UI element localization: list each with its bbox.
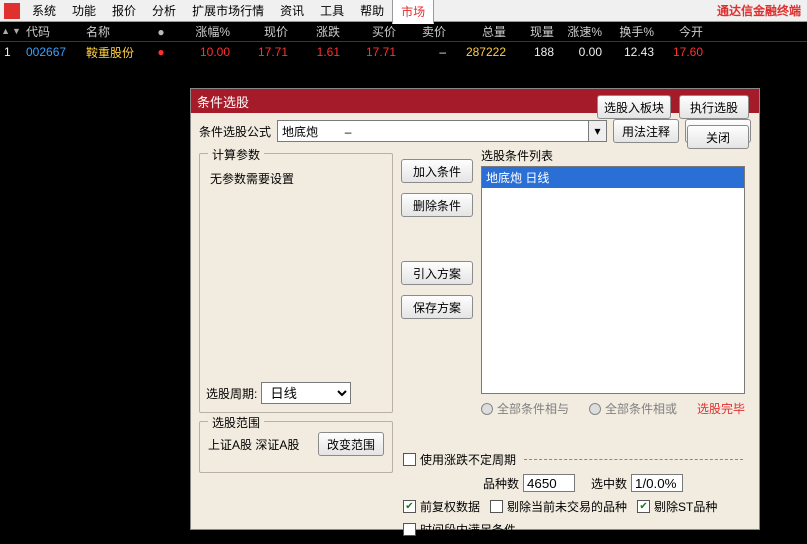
close-button[interactable]: 关闭 — [687, 125, 749, 149]
condition-listbox[interactable]: 地底炮 日线 — [481, 166, 745, 394]
col-chg[interactable]: 涨跌 — [292, 23, 344, 40]
condition-list-label: 选股条件列表 — [481, 147, 745, 164]
import-scheme-button[interactable]: 引入方案 — [401, 261, 473, 285]
chk-use-period-label: 使用涨跌不定周期 — [420, 451, 516, 468]
run-selection-button[interactable]: 执行选股 — [679, 95, 749, 119]
app-logo-icon — [4, 3, 20, 19]
menu-help[interactable]: 帮助 — [352, 0, 392, 22]
col-code[interactable]: 代码 — [22, 23, 82, 40]
chk-excl-notrade[interactable] — [490, 500, 503, 513]
col-turn[interactable]: 换手% — [606, 23, 658, 40]
cell-chg: 1.61 — [292, 45, 344, 59]
formula-combo[interactable]: ▾ — [277, 120, 607, 142]
formula-label: 条件选股公式 — [199, 123, 271, 140]
menu-extended[interactable]: 扩展市场行情 — [184, 0, 272, 22]
chk-time-range-label: 时间段内满足条件 — [420, 521, 516, 538]
chk-time-range[interactable] — [403, 523, 416, 536]
range-text: 上证A股 深证A股 — [208, 436, 299, 453]
radio-any-label: 全部条件相或 — [605, 400, 677, 417]
menu-news[interactable]: 资讯 — [272, 0, 312, 22]
col-vol[interactable]: 总量 — [450, 23, 510, 40]
period-label: 选股周期: — [206, 385, 257, 402]
cell-turn: 12.43 — [606, 45, 658, 59]
sort-arrows-icon[interactable]: ▲▼ — [0, 27, 22, 36]
cell-price: 17.71 — [234, 45, 292, 59]
cell-ask: – — [400, 45, 450, 59]
selection-done-label: 选股完毕 — [697, 400, 745, 417]
cell-bid: 17.71 — [344, 45, 400, 59]
col-bid[interactable]: 买价 — [344, 23, 400, 40]
cell-marker: ● — [152, 45, 174, 59]
cell-open: 17.60 — [658, 45, 707, 59]
col-now[interactable]: 现量 — [510, 23, 558, 40]
menu-quote[interactable]: 报价 — [104, 0, 144, 22]
list-item[interactable]: 地底炮 日线 — [482, 167, 744, 188]
cell-pct: 10.00 — [174, 45, 234, 59]
delete-condition-button[interactable]: 删除条件 — [401, 193, 473, 217]
menu-function[interactable]: 功能 — [64, 0, 104, 22]
col-marker: ● — [152, 25, 174, 39]
calc-empty-msg: 无参数需要设置 — [208, 164, 384, 187]
cell-name: 鞍重股份 — [82, 44, 152, 61]
selected-label: 选中数 — [591, 475, 627, 492]
chevron-down-icon[interactable]: ▾ — [589, 120, 607, 142]
range-group: 选股范围 上证A股 深证A股 改变范围 — [199, 421, 393, 473]
selected-value[interactable] — [631, 474, 683, 492]
condition-stock-dialog: 条件选股 — ✕ 条件选股公式 ▾ 用法注释 查看公式 计算参数 无参数需要设置… — [190, 88, 760, 530]
grid-header: ▲▼ 代码 名称 ● 涨幅% 现价 涨跌 买价 卖价 总量 现量 涨速% 换手%… — [0, 22, 807, 42]
menubar: 系统 功能 报价 分析 扩展市场行情 资讯 工具 帮助 市场 通达信金融终端 — [0, 0, 807, 22]
cell-vol: 287222 — [450, 45, 510, 59]
cell-code: 002667 — [22, 45, 82, 59]
menu-analysis[interactable]: 分析 — [144, 0, 184, 22]
calc-params-group: 计算参数 无参数需要设置 选股周期: 日线 — [199, 153, 393, 413]
radio-all-and[interactable]: 全部条件相与 — [481, 400, 569, 417]
cell-now: 188 — [510, 45, 558, 59]
cell-speed: 0.00 — [558, 45, 606, 59]
table-row[interactable]: 1 002667 鞍重股份 ● 10.00 17.71 1.61 17.71 –… — [0, 42, 807, 62]
tab-market[interactable]: 市场 — [392, 0, 434, 24]
range-legend: 选股范围 — [208, 414, 264, 431]
col-price[interactable]: 现价 — [234, 23, 292, 40]
chk-fq-label: 前复权数据 — [420, 498, 480, 515]
chk-excl-st[interactable] — [637, 500, 650, 513]
chk-fq[interactable] — [403, 500, 416, 513]
formula-input[interactable] — [277, 120, 589, 142]
select-to-block-button[interactable]: 选股入板块 — [597, 95, 671, 119]
count-label: 品种数 — [483, 475, 519, 492]
col-open[interactable]: 今开 — [658, 23, 707, 40]
usage-button[interactable]: 用法注释 — [613, 119, 679, 143]
col-pct[interactable]: 涨幅% — [174, 23, 234, 40]
count-value[interactable] — [523, 474, 575, 492]
calc-params-legend: 计算参数 — [208, 146, 264, 163]
radio-any-or[interactable]: 全部条件相或 — [589, 400, 677, 417]
brand-label: 通达信金融终端 — [717, 2, 807, 19]
chk-excl-notrade-label: 剔除当前未交易的品种 — [507, 498, 627, 515]
period-select[interactable]: 日线 — [261, 382, 351, 404]
col-name[interactable]: 名称 — [82, 23, 152, 40]
menu-tools[interactable]: 工具 — [312, 0, 352, 22]
menu-system[interactable]: 系统 — [24, 0, 64, 22]
cell-idx: 1 — [0, 45, 22, 59]
chk-excl-st-label: 剔除ST品种 — [654, 498, 717, 515]
chk-use-period[interactable] — [403, 453, 416, 466]
dialog-title: 条件选股 — [197, 92, 249, 111]
col-ask[interactable]: 卖价 — [400, 23, 450, 40]
add-condition-button[interactable]: 加入条件 — [401, 159, 473, 183]
col-speed[interactable]: 涨速% — [558, 23, 606, 40]
radio-all-label: 全部条件相与 — [497, 400, 569, 417]
save-scheme-button[interactable]: 保存方案 — [401, 295, 473, 319]
change-range-button[interactable]: 改变范围 — [318, 432, 384, 456]
